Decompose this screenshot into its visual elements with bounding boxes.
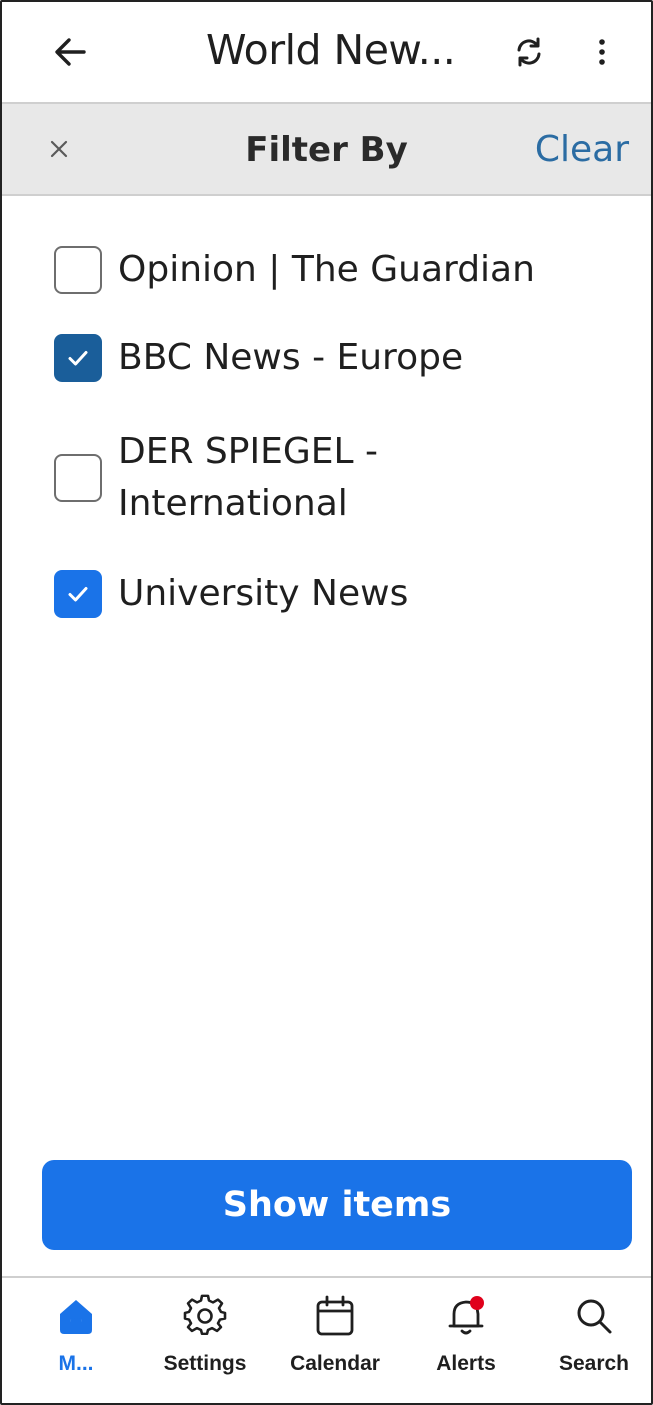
filter-header: Filter By Clear xyxy=(2,102,651,196)
notification-badge xyxy=(470,1296,484,1310)
back-button[interactable] xyxy=(50,32,90,72)
nav-item-alerts[interactable]: Alerts xyxy=(406,1278,526,1403)
app-frame: World New... Filter By Clear Opinion | T… xyxy=(0,0,653,1405)
filter-option-university[interactable]: University News xyxy=(54,568,408,620)
nav-item-settings[interactable]: Settings xyxy=(145,1278,265,1403)
checkmark-icon xyxy=(68,351,88,366)
nav-item-home[interactable]: M... xyxy=(16,1278,136,1403)
checkbox-checked[interactable] xyxy=(54,334,102,382)
home-icon xyxy=(60,1300,92,1334)
bottom-navigation: M... Settings Calendar Alerts Search xyxy=(2,1276,651,1403)
nav-label: Search xyxy=(558,1352,630,1375)
filter-option-label: BBC News - Europe xyxy=(118,337,464,378)
filter-option-label: DER SPIEGEL - International xyxy=(118,431,378,524)
checkbox-checked[interactable] xyxy=(54,570,102,618)
nav-label: M... xyxy=(58,1352,94,1375)
page-title: World New... xyxy=(206,26,456,74)
more-vertical-icon xyxy=(599,39,605,65)
nav-item-calendar[interactable]: Calendar xyxy=(275,1278,395,1403)
checkbox-unchecked[interactable] xyxy=(54,454,102,502)
checkmark-icon xyxy=(68,587,88,602)
nav-item-search[interactable]: Search xyxy=(534,1278,651,1403)
checkbox-unchecked[interactable] xyxy=(54,246,102,294)
filter-option-bbc[interactable]: BBC News - Europe xyxy=(54,332,463,384)
clear-filter-link[interactable]: Clear xyxy=(535,129,629,170)
show-items-button[interactable]: Show items xyxy=(42,1160,632,1250)
filter-option-label: Opinion | The Guardian xyxy=(118,249,535,290)
filter-option-label: University News xyxy=(118,573,409,614)
arrow-left-icon xyxy=(55,38,86,66)
more-options-button[interactable] xyxy=(590,35,614,69)
search-icon xyxy=(577,1299,612,1334)
refresh-button[interactable] xyxy=(512,35,546,69)
nav-label: Alerts xyxy=(436,1352,496,1375)
gear-icon xyxy=(183,1294,227,1336)
filter-option-spiegel[interactable]: DER SPIEGEL - International xyxy=(54,426,448,530)
refresh-icon xyxy=(517,37,541,67)
top-app-bar: World New... xyxy=(2,2,651,102)
bell-icon xyxy=(448,1296,484,1335)
calendar-icon xyxy=(316,1295,354,1336)
nav-label: Settings xyxy=(163,1352,247,1375)
filter-option-guardian[interactable]: Opinion | The Guardian xyxy=(54,244,535,296)
nav-label: Calendar xyxy=(290,1352,380,1375)
